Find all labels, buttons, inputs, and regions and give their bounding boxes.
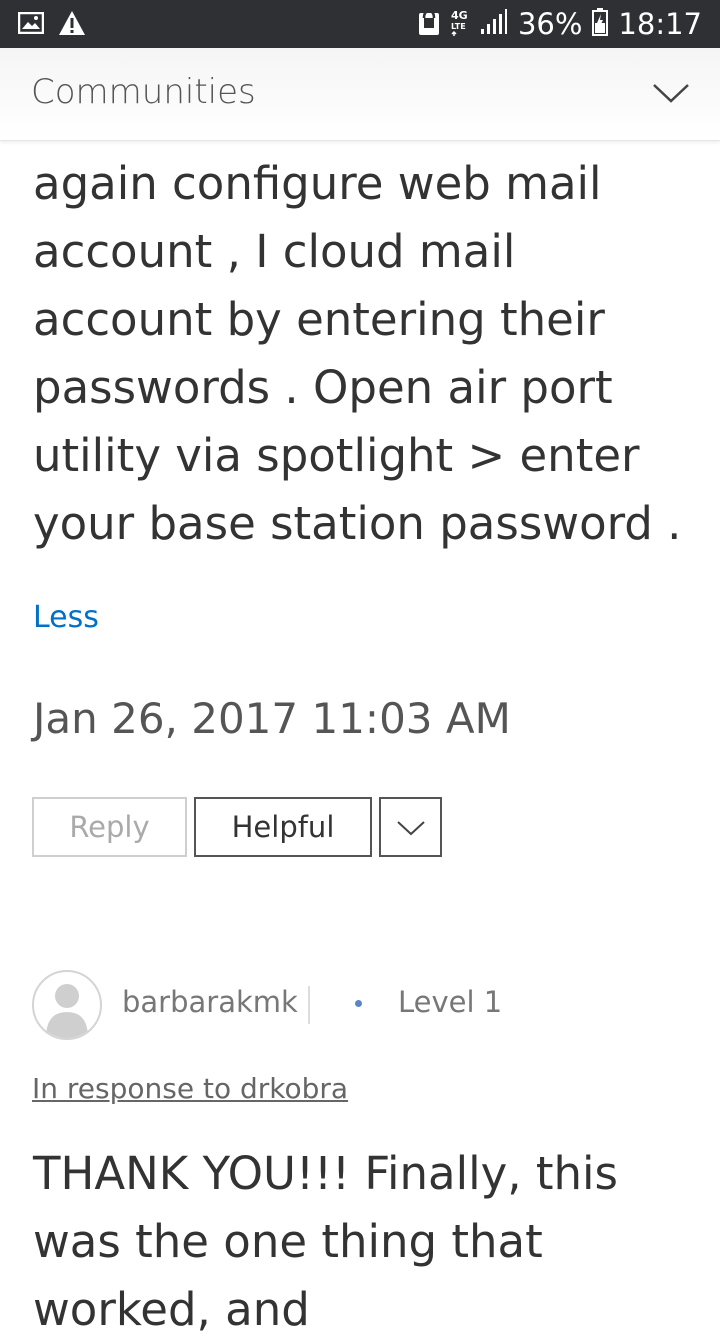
signal-icon (480, 8, 508, 40)
chevron-down-icon (396, 810, 426, 844)
clock: 18:17 (618, 7, 702, 41)
helpful-button[interactable]: Helpful (194, 797, 372, 857)
reply-body-text: THANK YOU!!! Finally, this was the one t… (33, 1147, 618, 1336)
status-bar: 4G LTE 36% 18:17 (0, 0, 720, 48)
level-dot-icon (355, 1000, 362, 1007)
post-date: Jan 26, 2017 11:03 AM (33, 694, 511, 743)
4g-lte-icon: 4G LTE (450, 7, 470, 42)
less-link[interactable]: Less (33, 600, 99, 635)
image-icon (17, 11, 45, 39)
chevron-down-icon[interactable] (652, 82, 690, 109)
battery-percent: 36% (517, 7, 583, 41)
warning-icon (58, 10, 86, 41)
divider (308, 986, 310, 1024)
reply-button[interactable]: Reply (32, 797, 187, 857)
lock-icon (418, 7, 440, 42)
author-username[interactable]: barbarakmk (122, 985, 298, 1019)
battery-icon (592, 7, 609, 41)
svg-text:LTE: LTE (451, 22, 466, 31)
communities-header[interactable]: Communities (0, 48, 720, 141)
post-body-text: again configure web mail account , I clo… (33, 157, 682, 550)
author-level: Level 1 (398, 985, 503, 1019)
avatar[interactable] (32, 970, 102, 1040)
header-title: Communities (31, 72, 256, 112)
svg-text:4G: 4G (451, 9, 468, 22)
more-options-button[interactable] (379, 797, 442, 857)
in-response-to-link[interactable]: In response to drkobra (32, 1072, 348, 1105)
